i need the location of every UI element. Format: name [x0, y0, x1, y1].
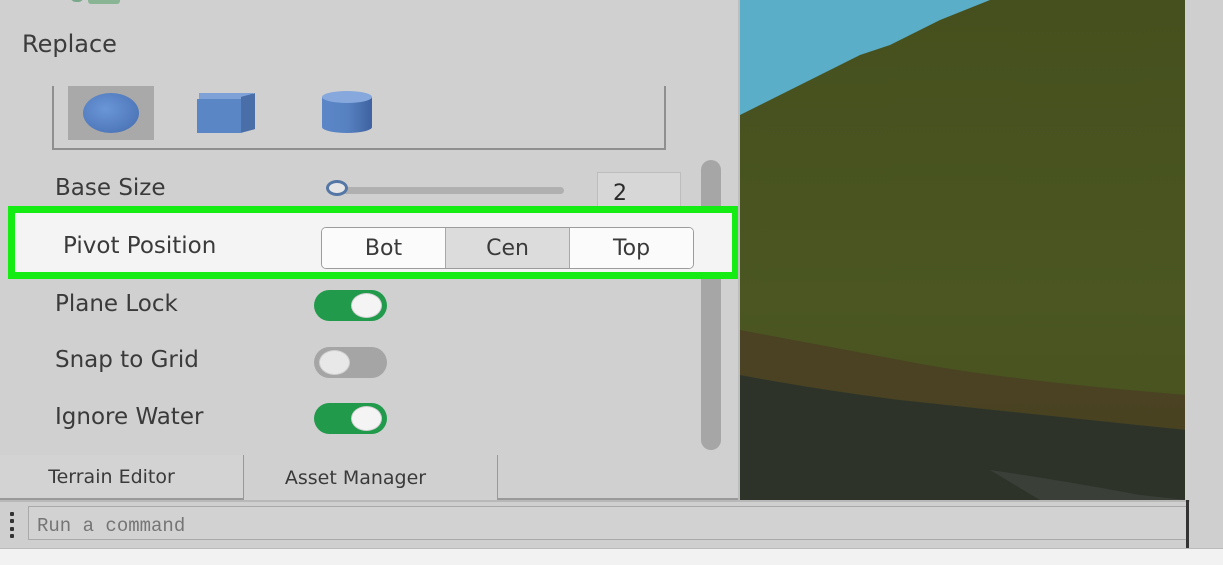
panel-scrollbar[interactable]	[701, 160, 721, 450]
pivot-cen-button[interactable]: Cen	[446, 228, 570, 268]
brush-shape-selector	[52, 86, 666, 150]
base-size-slider[interactable]	[326, 180, 564, 196]
drag-handle-icon[interactable]	[10, 512, 14, 538]
terrain-scene	[740, 0, 1185, 500]
tab-bar-fill	[498, 455, 738, 500]
base-size-input[interactable]: 2	[597, 172, 681, 208]
tab-terrain-editor[interactable]: Terrain Editor	[0, 455, 244, 500]
shape-cube-button[interactable]	[184, 86, 270, 140]
sphere-icon	[83, 93, 139, 133]
cylinder-icon	[322, 91, 372, 135]
cube-icon	[197, 93, 257, 133]
section-title: Replace	[22, 30, 117, 58]
pivot-position-highlight: Pivot Position Bot Cen Top	[8, 206, 739, 279]
pivot-position-selector: Bot Cen Top	[321, 227, 694, 269]
tool-icon[interactable]	[60, 0, 130, 6]
shape-sphere-button[interactable]	[68, 86, 154, 140]
slider-thumb[interactable]	[326, 180, 349, 196]
command-input[interactable]	[28, 506, 1188, 540]
3d-viewport[interactable]	[738, 0, 1185, 500]
ignore-water-toggle[interactable]	[314, 403, 387, 434]
pivot-top-button[interactable]: Top	[570, 228, 693, 268]
pivot-bot-button[interactable]: Bot	[322, 228, 446, 268]
tab-asset-manager[interactable]: Asset Manager	[244, 455, 498, 500]
shape-cylinder-button[interactable]	[304, 86, 390, 140]
snap-to-grid-toggle[interactable]	[314, 347, 387, 378]
plane-lock-toggle[interactable]	[314, 290, 387, 321]
plane-lock-label: Plane Lock	[55, 291, 178, 317]
command-bar	[0, 500, 1190, 546]
panel-tabs: Terrain Editor Asset Manager	[0, 455, 738, 500]
viewport-border	[1185, 0, 1188, 500]
bottom-strip	[0, 548, 1223, 565]
window-edge	[1186, 500, 1189, 548]
base-size-label: Base Size	[55, 175, 166, 201]
pivot-position-label: Pivot Position	[63, 233, 217, 259]
ignore-water-label: Ignore Water	[55, 404, 204, 430]
terrain-editor-panel: Replace Base Size 2 Pivot Position Bot C…	[0, 0, 739, 500]
snap-to-grid-label: Snap to Grid	[55, 347, 199, 373]
